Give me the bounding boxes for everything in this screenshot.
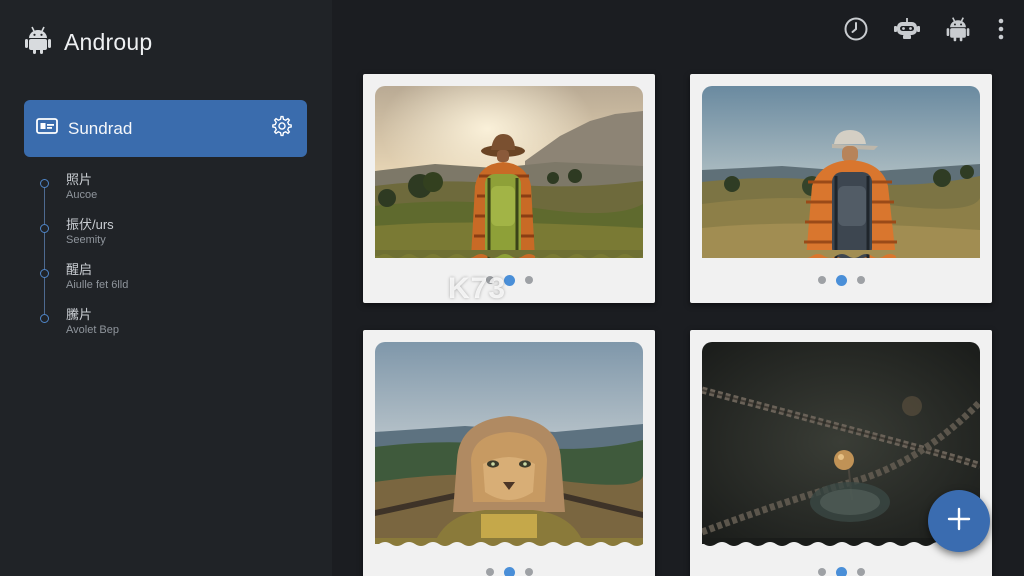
tree-node-dot	[40, 224, 49, 233]
page-dot[interactable]	[524, 276, 533, 284]
tree-node-dot	[40, 179, 49, 188]
clock-icon[interactable]	[841, 14, 871, 44]
sidebar-item-photos[interactable]: 照片 Aucoe	[36, 168, 306, 213]
sidebar-item-startup[interactable]: 醒启 Aiulle fet 6lld	[36, 258, 306, 303]
android-icon	[22, 24, 54, 61]
plus-icon	[947, 507, 971, 536]
robot-icon[interactable]	[892, 14, 922, 44]
page-dot[interactable]	[817, 276, 826, 284]
page-dot[interactable]	[856, 276, 865, 284]
sidebar-item-subtitle: Aiulle fet 6lld	[66, 279, 129, 291]
page-dot-active[interactable]	[503, 566, 515, 576]
sidebar-item-label: Sundrad	[68, 118, 133, 138]
tree-node-dot	[40, 314, 49, 323]
app-title: Androup	[64, 29, 153, 55]
page-dot-active[interactable]	[835, 566, 847, 576]
top-toolbar	[841, 14, 1008, 44]
sidebar-item-selected[interactable]: Sundrad	[24, 100, 307, 157]
page-dot[interactable]	[856, 568, 865, 576]
torn-edge	[702, 250, 980, 258]
gear-icon[interactable]	[271, 115, 293, 142]
page-dot[interactable]	[817, 568, 826, 576]
sidebar-item-security[interactable]: 振伏/urs Seemity	[36, 213, 306, 258]
photo-card[interactable]	[363, 74, 655, 303]
photo-thumbnail	[702, 86, 980, 258]
pagination-dots	[363, 274, 655, 286]
sidebar-item-images[interactable]: 騰片 Avolet Bep	[36, 303, 306, 348]
watermark: K73	[448, 272, 507, 305]
app-brand[interactable]: Androup	[22, 24, 152, 61]
page-dot[interactable]	[485, 568, 494, 576]
photo-thumbnail	[375, 86, 643, 258]
android-icon[interactable]	[943, 14, 973, 44]
sidebar-item-subtitle: Avolet Bep	[66, 324, 120, 336]
pagination-dots	[363, 566, 655, 576]
photo-thumbnail	[375, 342, 643, 542]
sidebar-item-subtitle: Seemity	[66, 234, 106, 246]
photo-card[interactable]	[690, 74, 992, 303]
page-dot-active[interactable]	[835, 274, 847, 286]
sidebar-item-title: 照片	[66, 172, 93, 187]
more-vert-icon[interactable]	[994, 14, 1008, 44]
sidebar-item-title: 醒启	[66, 262, 93, 277]
tree-node-dot	[40, 269, 49, 278]
card-icon	[36, 118, 58, 139]
sidebar: Androup Sundrad 照片 Aucoe 振伏/urs Seemity …	[0, 0, 332, 576]
sidebar-tree: 照片 Aucoe 振伏/urs Seemity 醒启 Aiulle fet 6l…	[36, 168, 306, 348]
pagination-dots	[690, 274, 992, 286]
add-button[interactable]	[928, 490, 990, 552]
sidebar-item-title: 振伏/urs	[66, 217, 114, 232]
photo-card[interactable]	[363, 330, 655, 576]
page-dot[interactable]	[524, 568, 533, 576]
sidebar-item-title: 騰片	[66, 307, 93, 322]
torn-edge	[375, 250, 643, 258]
torn-edge	[375, 538, 643, 546]
pagination-dots	[690, 566, 992, 576]
sidebar-item-subtitle: Aucoe	[66, 189, 98, 201]
